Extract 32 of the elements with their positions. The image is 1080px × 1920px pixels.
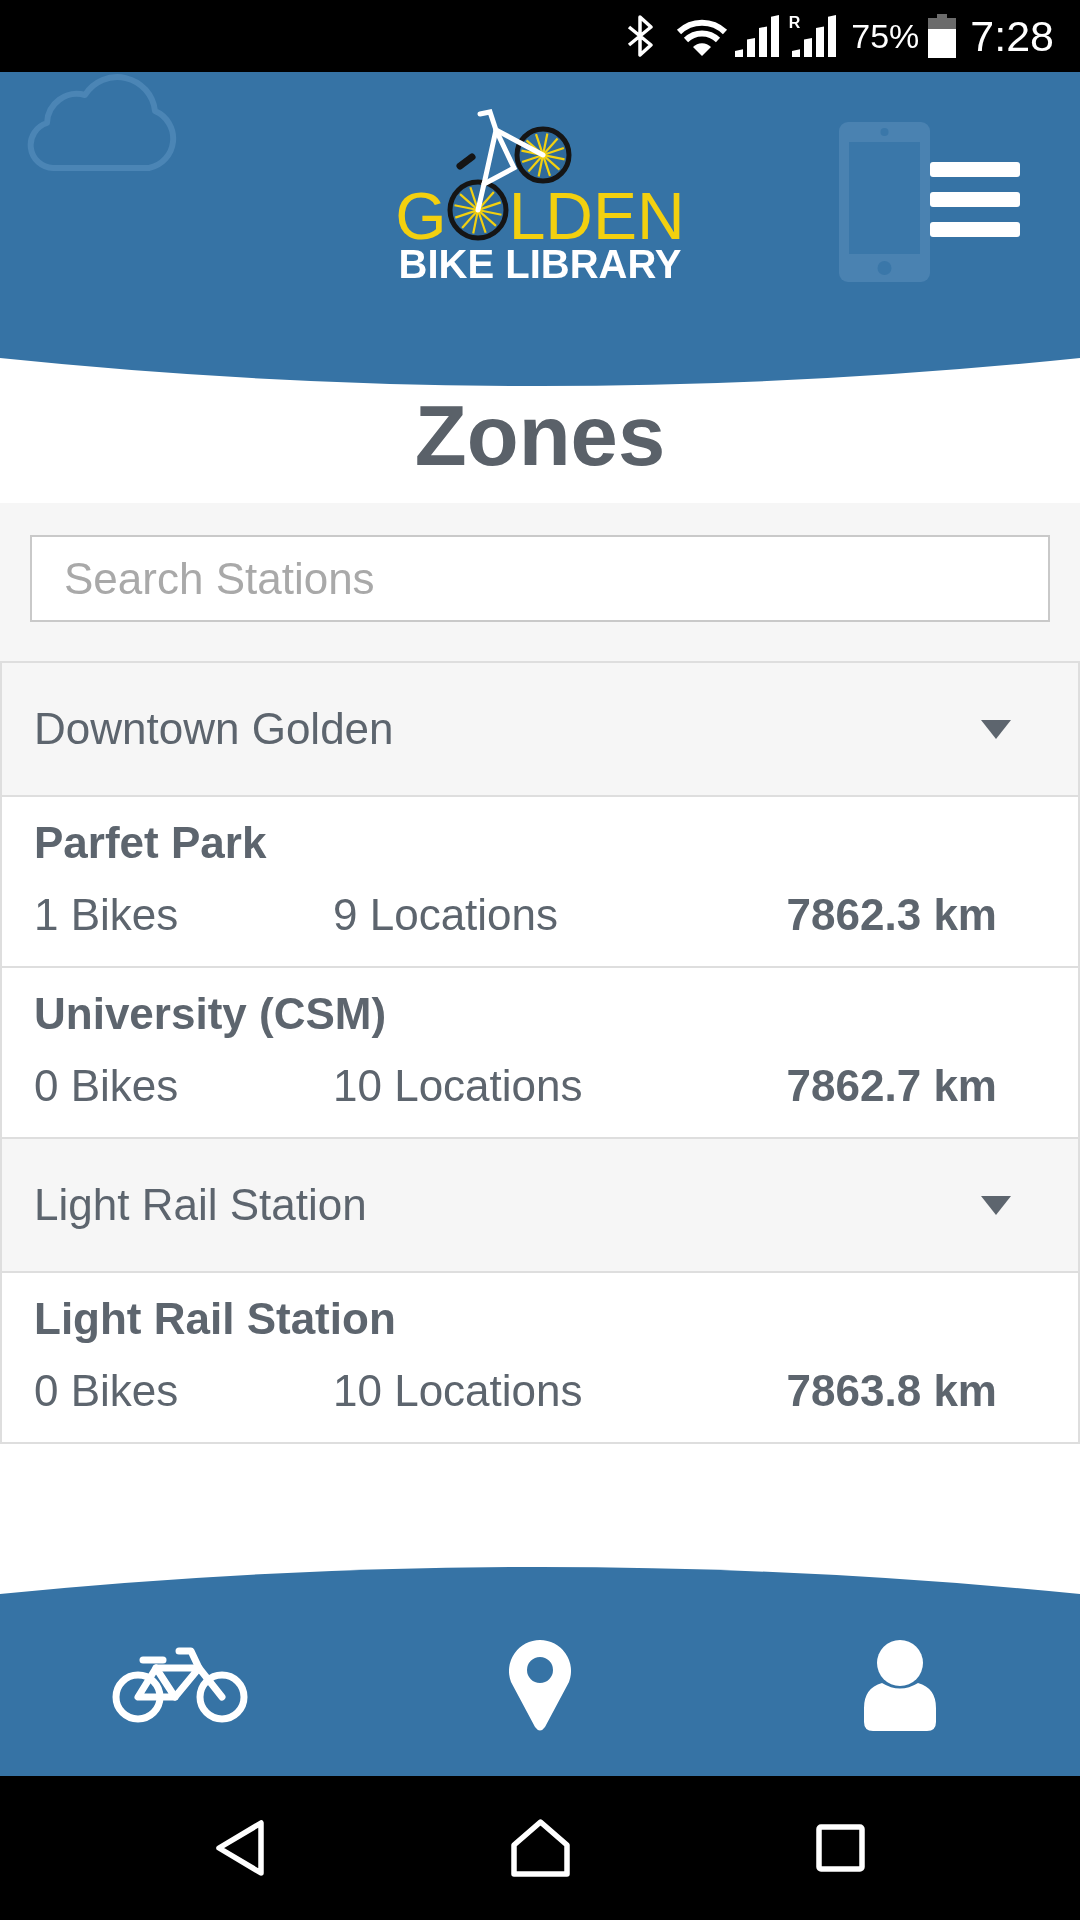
distance: 7862.3 km xyxy=(786,890,997,940)
distance: 7863.8 km xyxy=(786,1366,997,1416)
menu-icon[interactable] xyxy=(930,162,1020,237)
station-name: Parfet Park xyxy=(34,818,268,868)
battery-percent: 75% xyxy=(851,16,920,56)
home-icon[interactable] xyxy=(511,1819,570,1877)
location-count: 10 Locations xyxy=(333,1366,584,1416)
bike-count: 1 Bikes xyxy=(34,890,180,940)
search-field[interactable]: Search Stations xyxy=(30,535,1050,622)
caret-icon xyxy=(981,1195,1011,1215)
location-count: 10 Locations xyxy=(333,1061,584,1111)
clock-time: 7:28 xyxy=(970,12,1054,60)
station-name: University (CSM) xyxy=(34,989,388,1039)
map-pin-icon[interactable] xyxy=(508,1639,572,1731)
recent-apps-icon[interactable] xyxy=(816,1824,865,1872)
distance: 7862.7 km xyxy=(786,1061,997,1111)
caret-icon xyxy=(981,719,1011,739)
bike-count: 0 Bikes xyxy=(34,1061,180,1111)
roaming-label: R xyxy=(788,15,801,31)
back-icon[interactable] xyxy=(215,1820,265,1876)
person-icon[interactable] xyxy=(862,1639,938,1731)
signal-icon xyxy=(734,15,779,57)
page-title: Zones xyxy=(413,387,667,485)
bluetooth-icon xyxy=(625,15,654,57)
location-count: 9 Locations xyxy=(333,890,560,940)
bicycle-icon[interactable] xyxy=(111,1646,249,1724)
zone-header[interactable]: Light Rail Station xyxy=(2,1139,1078,1273)
zone-header[interactable]: Downtown Golden xyxy=(2,663,1078,797)
battery-icon xyxy=(928,14,957,58)
bike-count: 0 Bikes xyxy=(34,1366,180,1416)
station-name: Light Rail Station xyxy=(34,1294,397,1344)
phone-icon xyxy=(839,122,930,282)
